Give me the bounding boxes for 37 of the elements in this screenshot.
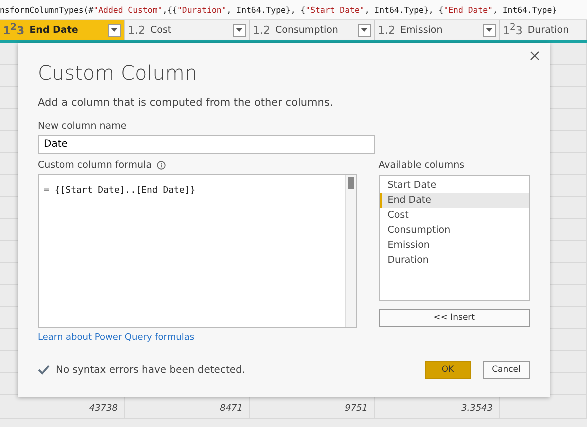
cancel-button[interactable]: Cancel	[483, 361, 530, 379]
insert-button[interactable]: << Insert	[378, 309, 530, 327]
dropdown-icon[interactable]	[483, 24, 496, 36]
close-icon[interactable]	[530, 51, 540, 61]
field-label: Available columns	[378, 160, 466, 171]
status-message: No syntax errors have been detected.	[56, 364, 246, 376]
dropdown-icon[interactable]	[233, 24, 246, 36]
list-item[interactable]: End Date	[380, 193, 529, 208]
column-header[interactable]: 1$^{2}$3 Duration	[500, 20, 587, 40]
list-item[interactable]: Duration	[380, 253, 529, 268]
column-header[interactable]: 1$^{2}$3 End Date	[0, 20, 125, 40]
scrollbar[interactable]	[344, 175, 356, 327]
check-icon	[38, 365, 50, 375]
column-header[interactable]: 1.2 Consumption	[250, 20, 375, 40]
column-header[interactable]: 1.2 Emission	[375, 20, 500, 40]
column-name-field[interactable]: Date	[38, 135, 375, 154]
table-cell: 3.3543	[462, 404, 493, 414]
list-item[interactable]: Start Date	[380, 178, 529, 193]
formula-text: nsformColumnTypes(#"Added Custom",{{"Duration", Int64.Type}, {"Start Date", Int64.Type}, {"End Date", Int64.Type}	[0, 4, 558, 14]
learn-link[interactable]: Learn about Power Query formulas	[38, 333, 195, 343]
table-cell: 43738	[89, 404, 118, 414]
dropdown-icon[interactable]	[358, 24, 371, 36]
table-cell: 9751	[345, 404, 368, 414]
formula-code: = {[Start Date]..[End Date]}	[44, 186, 196, 196]
field-label: Custom column formula	[38, 160, 152, 171]
table-cell: 8471	[220, 404, 243, 414]
dropdown-icon[interactable]	[108, 24, 121, 36]
column-header[interactable]: 1.2 Cost	[125, 20, 250, 40]
list-item[interactable]: Cost	[380, 208, 529, 223]
field-label: New column name	[38, 121, 128, 132]
dialog-title: Custom Column	[38, 61, 199, 85]
ok-button[interactable]: OK	[425, 361, 471, 379]
info-icon[interactable]	[157, 161, 166, 170]
list-item[interactable]: Consumption	[380, 223, 529, 238]
dialog-description: Add a column that is computed from the other columns.	[38, 97, 334, 109]
list-item[interactable]: Emission	[380, 238, 529, 253]
formula-editor[interactable]: = {[Start Date]..[End Date]}	[38, 174, 357, 328]
